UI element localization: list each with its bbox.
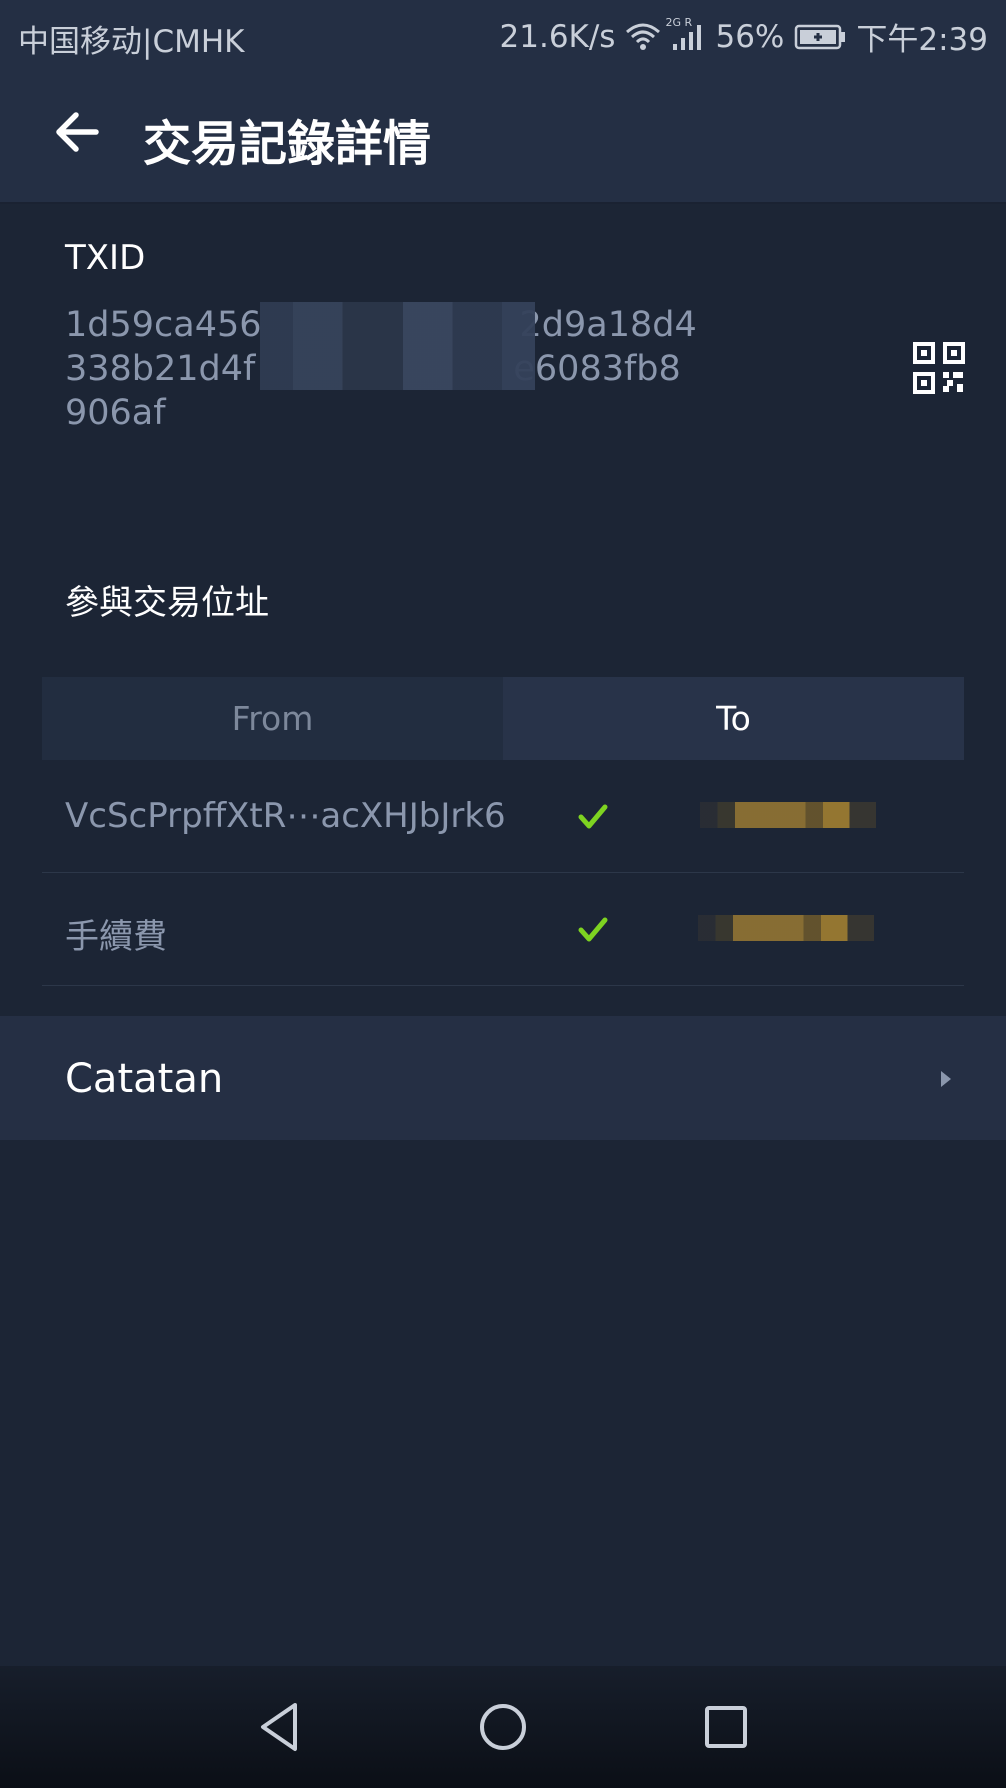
battery-icon [794, 23, 846, 51]
check-icon [578, 917, 608, 942]
network-type: 2G R [665, 15, 693, 29]
nav-recents-button[interactable] [698, 1699, 754, 1755]
qr-code-button[interactable] [913, 342, 965, 394]
network-speed: 21.6K/s [499, 18, 616, 55]
square-recents-icon [705, 1706, 747, 1748]
redacted-txid-block [260, 302, 535, 390]
status-indicators: 21.6K/s 2G R 56% 下午2:39 [500, 14, 988, 59]
battery-percent: 56% [715, 18, 785, 55]
chevron-right-icon [941, 1071, 951, 1087]
catatan-row[interactable]: Catatan [0, 1016, 1006, 1140]
redacted-amount [700, 802, 876, 828]
circle-home-icon [480, 1704, 526, 1750]
arrow-left-icon [56, 112, 99, 152]
tab-from[interactable]: From [42, 677, 503, 760]
catatan-label: Catatan [65, 1056, 224, 1102]
clock: 下午2:39 [856, 22, 988, 58]
nav-home-button[interactable] [475, 1699, 531, 1755]
qr-code-icon [913, 342, 965, 394]
wifi-icon [625, 22, 661, 52]
tab-to[interactable]: To [503, 677, 964, 760]
carrier-label: 中国移动|CMHK [18, 24, 245, 60]
txid-line: 906af [65, 393, 166, 433]
fee-label: 手續費 [65, 917, 167, 957]
app-bar: 交易記錄詳情 [0, 70, 1006, 204]
back-button[interactable] [48, 102, 108, 162]
status-bar: 中国移动|CMHK 21.6K/s 2G R 56% 下午2:39 [0, 0, 1006, 70]
addresses-label: 參與交易位址 [65, 583, 269, 623]
nav-back-button[interactable] [253, 1699, 309, 1755]
address-tabs: From To [42, 677, 964, 760]
address-text: VcScPrpffXtR⋯acXHJbJrk6 [65, 796, 506, 836]
redacted-amount [698, 915, 874, 941]
triangle-back-icon [261, 1703, 297, 1751]
fee-row[interactable]: 手續費 [42, 875, 964, 986]
address-row[interactable]: VcScPrpffXtR⋯acXHJbJrk6 [42, 762, 964, 873]
system-nav-bar [0, 1666, 1006, 1788]
check-icon [578, 804, 608, 829]
signal-icon: 2G R [665, 16, 705, 52]
page-title: 交易記錄詳情 [143, 116, 432, 172]
txid-label: TXID [65, 238, 146, 278]
